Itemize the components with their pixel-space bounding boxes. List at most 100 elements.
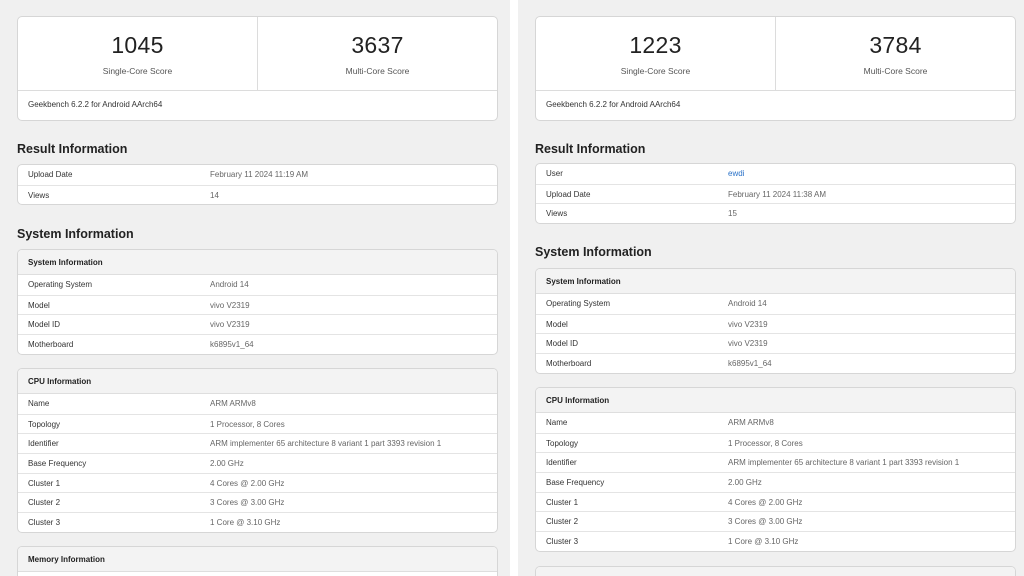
row-value: ARM implementer 65 architecture 8 varian… — [728, 458, 960, 468]
row-value: 1 Processor, 8 Cores — [728, 438, 803, 448]
row-key: Topology — [28, 419, 61, 429]
system-information-header: System Information — [18, 250, 497, 275]
system-row: Model ID vivo V2319 — [18, 314, 497, 334]
next-information-header — [536, 567, 1015, 576]
cpu-information-header: CPU Information — [536, 388, 1015, 413]
system-row: Model vivo V2319 — [536, 313, 1015, 334]
row-key: Topology — [546, 438, 579, 448]
result-row: Views 15 — [536, 203, 1015, 223]
row-key: Cluster 3 — [546, 537, 579, 547]
system-information-header: System Information — [536, 269, 1015, 294]
system-row: Model ID vivo V2319 — [536, 333, 1015, 353]
row-key: Model — [28, 300, 50, 310]
user-link[interactable]: ewdi — [728, 164, 1015, 184]
result-row: Upload Date February 11 2024 11:38 AM — [536, 183, 1015, 204]
cpu-row: Cluster 1 4 Cores @ 2.00 GHz — [18, 472, 497, 493]
memory-information-header: Memory Information — [18, 547, 497, 572]
result-information-title: Result Information — [17, 142, 128, 156]
row-key: Name — [546, 418, 568, 427]
row-value: ARM ARMv8 — [728, 418, 774, 427]
row-key: Upload Date — [546, 189, 591, 199]
row-value: 4 Cores @ 2.00 GHz — [728, 497, 803, 507]
system-row: Motherboard k6895v1_64 — [18, 334, 497, 354]
result-information-box: Upload Date February 11 2024 11:19 AM Vi… — [17, 164, 498, 206]
cpu-row: Cluster 2 3 Cores @ 3.00 GHz — [18, 492, 497, 512]
next-information-box — [535, 566, 1016, 576]
row-value: k6895v1_64 — [728, 359, 772, 369]
multi-core-score: 3637 Multi-Core Score — [257, 17, 497, 90]
row-value: 4 Cores @ 2.00 GHz — [210, 478, 285, 488]
cpu-row: Identifier ARM implementer 65 architectur… — [536, 452, 1015, 472]
single-core-score-value: 1045 — [111, 32, 164, 58]
cpu-row: Base Frequency 2.00 GHz — [536, 472, 1015, 492]
row-value: 2.00 GHz — [210, 459, 244, 469]
multi-core-score-value: 3784 — [869, 32, 922, 58]
row-key: Cluster 2 — [546, 517, 579, 527]
score-card: 1045 Single-Core Score 3637 Multi-Core S… — [17, 16, 498, 121]
single-core-score-label: Single-Core Score — [102, 66, 173, 76]
multi-core-score-label: Multi-Core Score — [345, 66, 410, 76]
row-value: 1 Core @ 3.10 GHz — [210, 518, 281, 528]
row-key: Model ID — [546, 339, 579, 349]
system-information-title: System Information — [535, 245, 652, 259]
system-row: Operating System Android 14 — [18, 275, 497, 295]
result-row: Views 14 — [18, 184, 497, 205]
system-row: Motherboard k6895v1_64 — [536, 353, 1015, 373]
single-core-score: 1223 Single-Core Score — [536, 17, 775, 90]
cpu-row: Name ARM ARMv8 — [18, 394, 497, 414]
benchmark-version: Geekbench 6.2.2 for Android AArch64 — [28, 100, 163, 109]
result-row: User ewdi — [536, 164, 1015, 184]
single-core-score: 1045 Single-Core Score — [18, 17, 257, 90]
cpu-row: Cluster 3 1 Core @ 3.10 GHz — [536, 531, 1015, 551]
result-information-box: User ewdi Upload Date February 11 2024 1… — [535, 163, 1016, 225]
row-key: Motherboard — [28, 340, 74, 350]
cpu-row: Identifier ARM implementer 65 architectur… — [18, 433, 497, 453]
cpu-row: Topology 1 Processor, 8 Cores — [18, 413, 497, 434]
row-value: vivo V2319 — [728, 319, 768, 329]
row-value: ARM implementer 65 architecture 8 varian… — [210, 439, 442, 449]
row-key: User — [546, 169, 563, 178]
row-key: Model — [546, 319, 568, 329]
row-value: 1 Processor, 8 Cores — [210, 419, 285, 429]
row-value: k6895v1_64 — [210, 340, 254, 350]
row-value: 14 — [210, 190, 219, 200]
row-key: Cluster 1 — [28, 478, 61, 488]
cpu-row: Topology 1 Processor, 8 Cores — [536, 432, 1015, 453]
row-key: Cluster 2 — [28, 498, 61, 508]
score-card: 1223 Single-Core Score 3784 Multi-Core S… — [535, 16, 1016, 121]
row-value: 3 Cores @ 3.00 GHz — [210, 498, 285, 508]
benchmark-version: Geekbench 6.2.2 for Android AArch64 — [546, 100, 681, 109]
system-information-box: System Information Operating System Andro… — [17, 249, 498, 355]
row-value: vivo V2319 — [728, 339, 768, 349]
cpu-row: Cluster 1 4 Cores @ 2.00 GHz — [536, 491, 1015, 512]
system-row: Model vivo V2319 — [18, 294, 497, 315]
cpu-row: Base Frequency 2.00 GHz — [18, 453, 497, 473]
single-core-score-label: Single-Core Score — [620, 66, 691, 76]
row-value: 1 Core @ 3.10 GHz — [728, 537, 799, 547]
row-value: 2.00 GHz — [728, 478, 762, 488]
row-key: Base Frequency — [28, 459, 87, 469]
memory-information-box: Memory Information — [17, 546, 498, 576]
multi-core-score: 3784 Multi-Core Score — [775, 17, 1015, 90]
row-value: ARM ARMv8 — [210, 399, 256, 408]
cpu-row: Cluster 3 1 Core @ 3.10 GHz — [18, 512, 497, 532]
cpu-information-box: CPU Information Name ARM ARMv8 Topology 1 … — [17, 368, 498, 533]
row-value: vivo V2319 — [210, 300, 250, 310]
row-value: Android 14 — [210, 280, 249, 289]
row-key: Cluster 3 — [28, 518, 61, 528]
single-core-score-value: 1223 — [629, 32, 682, 58]
row-key: Identifier — [546, 458, 577, 468]
row-key: Operating System — [546, 299, 611, 308]
row-value: February 11 2024 11:19 AM — [210, 170, 308, 179]
cpu-information-box: CPU Information Name ARM ARMv8 Topology 1 … — [535, 387, 1016, 552]
row-key: Identifier — [28, 439, 59, 449]
system-information-title: System Information — [17, 227, 134, 241]
row-key: Base Frequency — [546, 478, 605, 488]
row-key: Model ID — [28, 320, 61, 330]
result-row: Upload Date February 11 2024 11:19 AM — [18, 165, 497, 185]
row-value: vivo V2319 — [210, 320, 250, 330]
row-key: Operating System — [28, 280, 93, 289]
system-information-box: System Information Operating System Andro… — [535, 268, 1016, 374]
cpu-information-header: CPU Information — [18, 369, 497, 394]
multi-core-score-label: Multi-Core Score — [863, 66, 928, 76]
